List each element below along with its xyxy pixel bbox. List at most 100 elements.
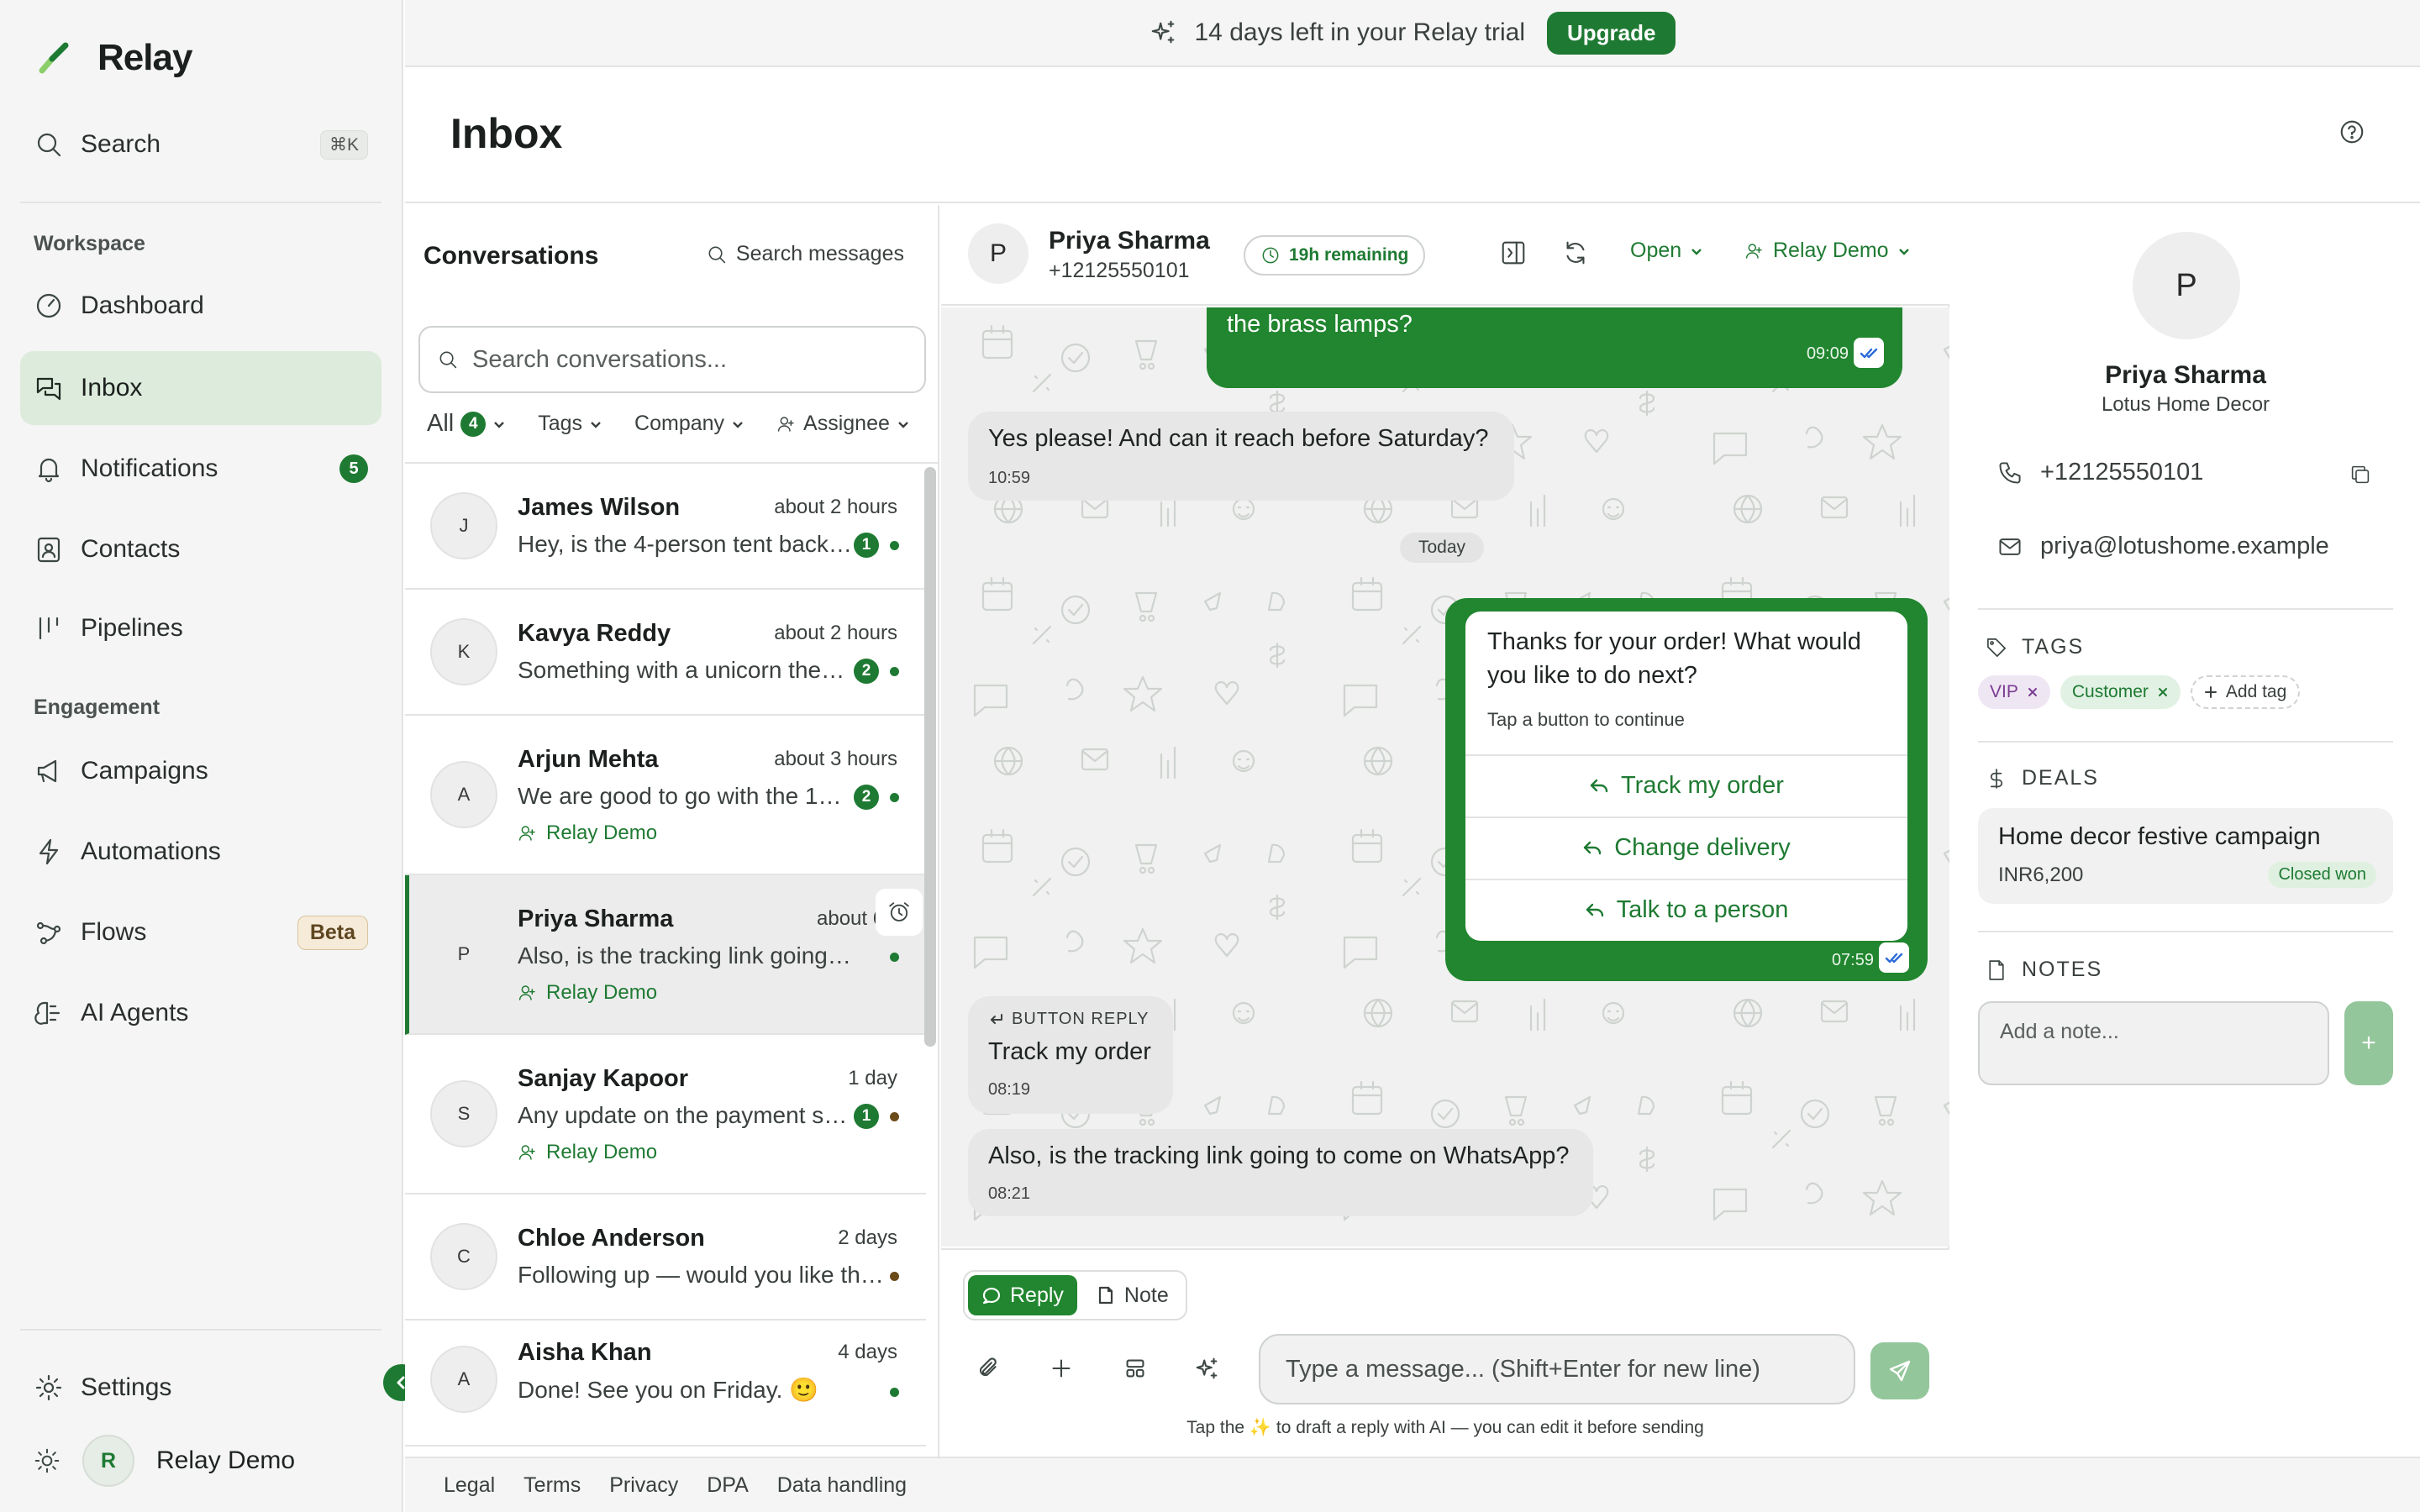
refresh-icon[interactable] <box>1561 239 1590 267</box>
filter-tags[interactable]: Tags <box>538 412 602 436</box>
conversation-time: 1 day <box>848 1067 897 1089</box>
search-messages-button[interactable]: Search messages <box>706 242 904 266</box>
status-dropdown[interactable]: Open <box>1630 239 1703 263</box>
sidebar-search[interactable]: Search ⌘K <box>34 123 368 166</box>
tab-reply[interactable]: Reply <box>968 1275 1077 1315</box>
notes-title-label: NOTES <box>2022 958 2103 981</box>
sidebar-item-inbox[interactable]: Inbox <box>20 351 381 425</box>
card-button-talk-to-person[interactable]: Talk to a person <box>1465 879 1907 939</box>
status-dot <box>890 793 899 802</box>
notes-section-title: NOTES <box>1985 958 2102 982</box>
sidebar-item-label: Campaigns <box>81 757 208 785</box>
avatar: C <box>430 1223 497 1290</box>
sidebar-item-flows[interactable]: Flows Beta <box>20 895 381 969</box>
conversation-item[interactable]: J James Wilson about 2 hours Hey, is the… <box>405 464 926 590</box>
contact-email-value[interactable]: priya@lotushome.example <box>2040 533 2329 560</box>
avatar: A <box>430 1346 497 1413</box>
sidebar-item-ai-agents[interactable]: AI Agents <box>20 976 381 1050</box>
user-name: Relay Demo <box>156 1446 296 1474</box>
tag-vip[interactable]: VIP <box>1978 675 2050 709</box>
sidebar-item-label: AI Agents <box>81 999 189 1026</box>
conversation-item-active[interactable]: P Priya Sharma about 6 hours Also, is th… <box>405 875 926 1035</box>
sidebar-item-campaigns[interactable]: Campaigns <box>20 734 381 808</box>
deals-section-title: DEALS <box>1985 766 2099 790</box>
footer-link-dpa[interactable]: DPA <box>707 1473 749 1498</box>
card-button-change-delivery[interactable]: Change delivery <box>1465 816 1907 877</box>
search-conversations-input[interactable]: Search conversations... <box>418 326 926 393</box>
filter-company-label: Company <box>634 412 725 435</box>
tab-note-label: Note <box>1123 1283 1169 1307</box>
footer-link-data-handling[interactable]: Data handling <box>777 1473 907 1498</box>
conversation-item[interactable]: K Kavya Reddy about 2 hours Something wi… <box>405 590 926 716</box>
conversation-name: James Wilson <box>518 494 681 521</box>
filter-assignee[interactable]: Assignee <box>776 412 910 436</box>
user-profile[interactable]: R Relay Demo <box>34 1435 295 1487</box>
help-icon[interactable] <box>2338 118 2366 146</box>
deal-card[interactable]: Home decor festive campaign INR6,200 Clo… <box>1978 808 2393 904</box>
message-input-placeholder: Type a message... (Shift+Enter for new l… <box>1286 1355 1760 1383</box>
conversation-item[interactable]: S Sanjay Kapoor 1 day Any update on the … <box>405 1035 926 1194</box>
chat-bubble-icon <box>981 1285 1002 1305</box>
read-receipt <box>1854 338 1884 368</box>
card-button-label: Talk to a person <box>1616 895 1789 923</box>
message-button-reply[interactable]: BUTTON REPLY Track my order 08:19 <box>968 996 1173 1114</box>
assignee-dropdown[interactable]: Relay Demo <box>1744 239 1911 263</box>
upgrade-button[interactable]: Upgrade <box>1547 11 1676 55</box>
note-input-placeholder: Add a note... <box>2000 1020 2119 1043</box>
conversation-list-scrollbar[interactable] <box>924 467 936 1047</box>
message-composer: Reply Note Type a message... (Shift+Ente… <box>941 1248 1949 1458</box>
sidebar-item-contacts[interactable]: Contacts <box>20 512 381 586</box>
conversation-item[interactable]: A Aisha Khan 4 days Done! See you on Fri… <box>405 1320 926 1446</box>
divider <box>1978 741 2393 743</box>
plus-icon[interactable] <box>1047 1354 1076 1383</box>
conversation-item[interactable]: A Arjun Mehta about 3 hours We are good … <box>405 716 926 875</box>
sidebar-item-notifications[interactable]: Notifications 5 <box>20 432 381 506</box>
message-input[interactable]: Type a message... (Shift+Enter for new l… <box>1259 1334 1855 1404</box>
unread-count: 1 <box>854 533 879 558</box>
snooze-button[interactable] <box>876 889 923 936</box>
sidebar-item-label: Flows <box>81 918 147 946</box>
message-text: Yes please! And can it reach before Satu… <box>988 425 1489 452</box>
search-icon <box>706 244 728 265</box>
template-icon[interactable] <box>1121 1354 1150 1383</box>
footer-link-legal[interactable]: Legal <box>444 1473 495 1498</box>
send-button[interactable] <box>1870 1342 1929 1399</box>
message-incoming[interactable]: Yes please! And can it reach before Satu… <box>968 412 1514 501</box>
reply-arrow-icon <box>1589 775 1609 795</box>
add-tag-button[interactable]: Add tag <box>2190 675 2301 709</box>
filter-all[interactable]: All 4 <box>427 410 506 438</box>
close-icon[interactable] <box>2157 686 2169 698</box>
assignee-name: Relay Demo <box>546 822 658 844</box>
sidebar-item-dashboard[interactable]: Dashboard <box>20 269 381 343</box>
contact-phone: +12125550101 <box>1996 459 2203 486</box>
message-outgoing[interactable]: the brass lamps? 09:09 <box>1207 307 1902 388</box>
sidebar-item-label: Settings <box>81 1373 172 1401</box>
sidebar-item-pipelines[interactable]: Pipelines <box>20 591 381 665</box>
sidebar-item-settings[interactable]: Settings <box>20 1351 381 1425</box>
card-button-track-order[interactable]: Track my order <box>1465 754 1907 815</box>
conversation-preview: Also, is the tracking link going to come… <box>518 942 854 969</box>
ai-sparkle-icon[interactable] <box>1193 1354 1222 1383</box>
copy-icon[interactable] <box>2349 464 2371 486</box>
search-icon <box>437 349 459 370</box>
note-input[interactable]: Add a note... <box>1978 1001 2329 1085</box>
contact-phone-value[interactable]: +12125550101 <box>2040 459 2203 486</box>
footer-link-terms[interactable]: Terms <box>523 1473 581 1498</box>
message-incoming[interactable]: Also, is the tracking link going to come… <box>968 1129 1593 1216</box>
tag-customer[interactable]: Customer <box>2060 675 2181 709</box>
message-text: Also, is the tracking link going to come… <box>988 1142 1570 1169</box>
sidebar-item-automations[interactable]: Automations <box>20 815 381 889</box>
tab-note[interactable]: Note <box>1082 1275 1182 1315</box>
theme-toggle-icon[interactable] <box>34 1447 60 1474</box>
filter-assignee-label: Assignee <box>803 412 890 435</box>
close-icon[interactable] <box>2027 686 2039 698</box>
conversation-item[interactable]: C Chloe Anderson 2 days Following up — w… <box>405 1194 926 1320</box>
toggle-panel-icon[interactable] <box>1499 239 1528 267</box>
attach-icon[interactable] <box>975 1354 1003 1383</box>
filter-company[interactable]: Company <box>634 412 744 436</box>
add-note-button[interactable]: + <box>2344 1001 2393 1085</box>
button-reply-label: BUTTON REPLY <box>988 1010 1150 1029</box>
app-logo[interactable]: Relay <box>34 37 192 79</box>
card-button-label: Track my order <box>1621 771 1784 799</box>
footer-link-privacy[interactable]: Privacy <box>609 1473 678 1498</box>
